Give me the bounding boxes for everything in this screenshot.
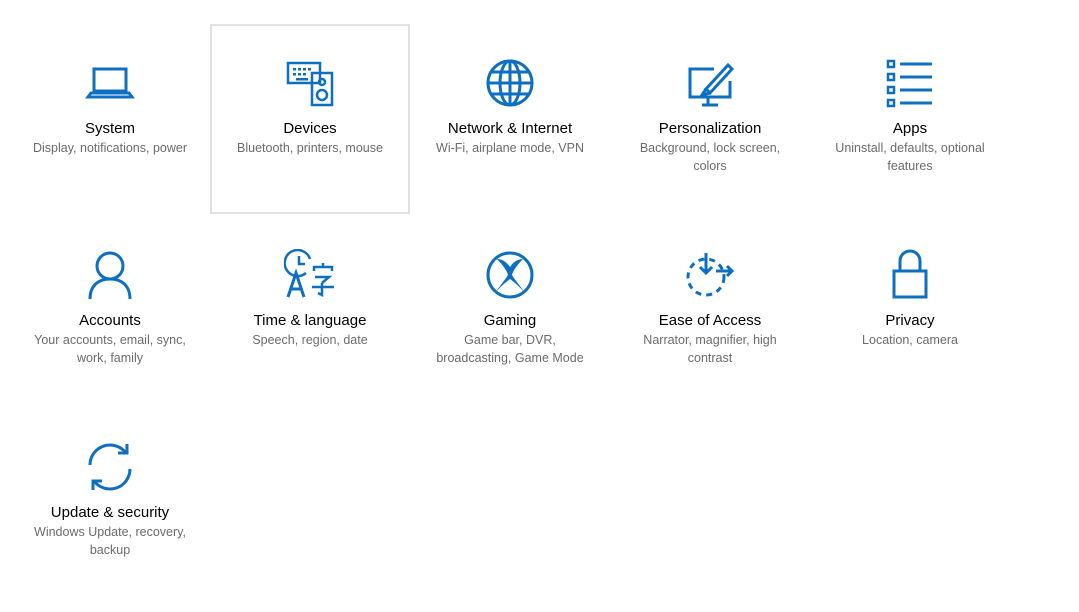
ease-of-access-icon [684,249,736,301]
settings-tile-time-language[interactable]: Time & language Speech, region, date [210,216,410,406]
settings-tile-system[interactable]: System Display, notifications, power [10,24,210,214]
settings-tile-devices[interactable]: Devices Bluetooth, printers, mouse [210,24,410,214]
globe-icon [484,57,536,109]
tile-title: Gaming [483,312,537,329]
tile-title: Update & security [50,504,170,521]
tile-description: Display, notifications, power [32,141,187,155]
tile-description: Location, camera [862,333,958,347]
tile-title: Devices [283,120,337,137]
settings-tile-privacy[interactable]: Privacy Location, camera [810,216,1010,406]
tile-description: Windows Update, recovery, backup [34,525,186,557]
xbox-icon [484,249,536,301]
tile-title: System [84,120,135,137]
tile-description: Background, lock screen, colors [639,141,781,173]
tile-description: Narrator, magnifier, high contrast [643,333,777,365]
tile-description: Wi-Fi, airplane mode, VPN [436,141,584,155]
sync-icon [84,441,136,493]
tile-description: Uninstall, defaults, optional features [835,141,985,173]
tile-title: Ease of Access [658,312,762,329]
tile-title: Privacy [885,312,935,329]
person-icon [84,249,136,301]
settings-tile-accounts[interactable]: Accounts Your accounts, email, sync, wor… [10,216,210,406]
tile-description: Bluetooth, printers, mouse [237,141,383,155]
tile-title: Accounts [79,312,141,329]
tile-title: Network & Internet [447,120,573,137]
paintbrush-icon [684,57,736,109]
settings-tile-personalization[interactable]: Personalization Background, lock screen,… [610,24,810,214]
tile-title: Time & language [253,312,367,329]
laptop-icon [84,57,136,109]
settings-tile-gaming[interactable]: Gaming Game bar, DVR, broadcasting, Game… [410,216,610,406]
time-language-icon [284,249,336,301]
settings-tile-update-security[interactable]: Update & security Windows Update, recove… [10,408,210,598]
devices-icon [284,57,336,109]
lock-icon [884,249,936,301]
apps-list-icon [884,57,936,109]
tile-title: Apps [892,120,928,137]
settings-tile-ease-of-access[interactable]: Ease of Access Narrator, magnifier, high… [610,216,810,406]
tile-description: Game bar, DVR, broadcasting, Game Mode [436,333,584,365]
tile-description: Your accounts, email, sync, work, family [34,333,186,365]
settings-tile-network-internet[interactable]: Network & Internet Wi-Fi, airplane mode,… [410,24,610,214]
tile-title: Personalization [658,120,762,137]
settings-tile-apps[interactable]: Apps Uninstall, defaults, optional featu… [810,24,1010,214]
tile-description: Speech, region, date [252,333,368,347]
